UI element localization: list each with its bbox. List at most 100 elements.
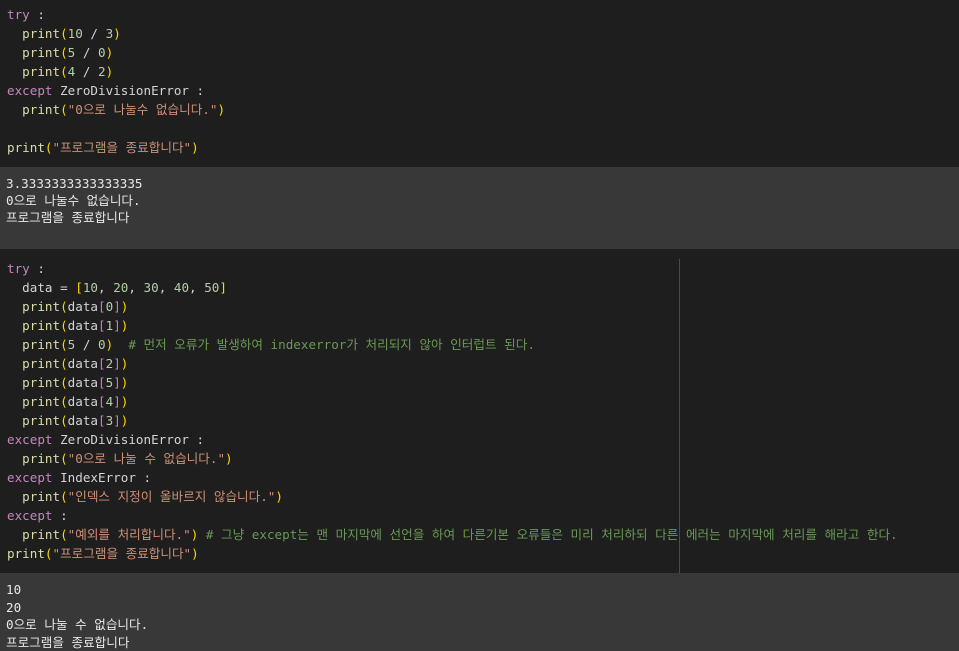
code-token: (: [60, 299, 68, 314]
code-token: 10: [82, 280, 99, 295]
code-token: (: [60, 489, 68, 504]
code-token: "프로그램을 종료합니다": [52, 140, 192, 155]
code-token: ]: [113, 318, 121, 333]
code-token: print: [7, 318, 61, 333]
code-token: "인덱스 지정이 올바르지 않습니다.": [67, 489, 276, 504]
code-token: print: [7, 413, 61, 428]
code-line[interactable]: except ZeroDivisionError :: [7, 81, 204, 100]
output-line: 프로그램을 종료합니다: [6, 634, 130, 650]
code-token: ,: [98, 280, 114, 295]
code-token: /: [75, 64, 99, 79]
code-token: ): [217, 102, 226, 117]
code-token: data: [67, 318, 99, 333]
code-token: 10: [67, 26, 83, 41]
code-line[interactable]: print("0으로 나눌 수 없습니다."): [7, 449, 233, 468]
code-token: print: [7, 489, 61, 504]
code-token: (: [60, 527, 68, 542]
code-token: IndexError :: [52, 470, 152, 485]
code-token: data: [67, 394, 99, 409]
code-line[interactable]: print(data[2]): [7, 354, 128, 373]
code-token: [: [98, 299, 106, 314]
code-line[interactable]: print("인덱스 지정이 올바르지 않습니다."): [7, 487, 283, 506]
code-line[interactable]: print("예외를 처리합니다.") # 그냥 except는 맨 마지막에 …: [7, 525, 898, 544]
code-token: except: [7, 83, 53, 98]
code-line[interactable]: except :: [7, 506, 68, 525]
code-token: print: [7, 64, 61, 79]
code-token: print: [7, 45, 61, 60]
code-token: 30: [143, 280, 159, 295]
code-cell-2[interactable]: try : data = [10, 20, 30, 40, 50] print(…: [0, 249, 959, 573]
code-token: data: [67, 356, 99, 371]
code-line[interactable]: print(data[0]): [7, 297, 128, 316]
output-line: 10: [6, 582, 22, 597]
code-line[interactable]: print(data[5]): [7, 373, 128, 392]
code-token: "예외를 처리합니다.": [67, 527, 191, 542]
code-line[interactable]: print(10 / 3): [7, 24, 121, 43]
code-line[interactable]: print(data[4]): [7, 392, 128, 411]
code-token: except: [7, 432, 53, 447]
code-token: print: [7, 26, 61, 41]
code-token: ,: [158, 280, 174, 295]
code-token: (: [60, 102, 68, 117]
code-token: print: [7, 375, 61, 390]
code-token: ): [105, 45, 114, 60]
code-line[interactable]: print(4 / 2): [7, 62, 113, 81]
code-token: ): [120, 318, 129, 333]
code-line[interactable]: print(data[1]): [7, 316, 128, 335]
code-token: ): [120, 356, 129, 371]
code-line[interactable]: try :: [7, 259, 45, 278]
code-line[interactable]: print("프로그램을 종료합니다"): [7, 544, 199, 563]
code-token: ZeroDivisionError :: [52, 432, 205, 447]
code-token: (: [60, 413, 68, 428]
code-line[interactable]: data = [10, 20, 30, 40, 50]: [7, 278, 227, 297]
code-line[interactable]: print(5 / 0) # 먼저 오류가 발생하여 indexerror가 처…: [7, 335, 535, 354]
code-token: print: [7, 451, 61, 466]
code-line[interactable]: print(data[3]): [7, 411, 128, 430]
code-line[interactable]: print("0으로 나눌수 없습니다."): [7, 100, 225, 119]
code-token: 20: [113, 280, 129, 295]
code-token: [: [98, 394, 106, 409]
code-token: [: [98, 375, 106, 390]
code-token: ]: [113, 394, 121, 409]
code-token: ): [120, 413, 129, 428]
code-line[interactable]: except ZeroDivisionError :: [7, 430, 204, 449]
code-token: try: [7, 7, 30, 22]
code-token: /: [82, 26, 106, 41]
code-token: (: [60, 26, 68, 41]
output-line: 0으로 나눌수 없습니다.: [6, 193, 141, 208]
code-token: data: [67, 375, 99, 390]
code-token: ZeroDivisionError :: [52, 83, 205, 98]
code-token: except: [7, 470, 53, 485]
code-token: ): [120, 375, 129, 390]
code-token: "0으로 나눌수 없습니다.": [67, 102, 218, 117]
code-token: print: [7, 140, 45, 155]
code-token: (: [60, 451, 68, 466]
code-token: /: [75, 45, 99, 60]
code-token: 0: [98, 45, 106, 60]
code-token: /: [75, 337, 99, 352]
code-line[interactable]: except IndexError :: [7, 468, 151, 487]
code-token: print: [7, 546, 45, 561]
code-token: :: [29, 261, 45, 276]
code-token: (: [44, 546, 53, 561]
code-token: ): [191, 140, 199, 155]
code-token: ]: [113, 413, 121, 428]
code-token: ,: [189, 280, 205, 295]
code-token: ): [113, 26, 121, 41]
code-line[interactable]: print("프로그램을 종료합니다"): [7, 138, 199, 157]
code-cell-1[interactable]: try : print(10 / 3) print(5 / 0) print(4…: [0, 0, 959, 167]
code-token: ]: [113, 356, 121, 371]
code-token: [: [98, 318, 106, 333]
code-token: ): [120, 394, 129, 409]
code-token: 50: [204, 280, 220, 295]
code-token: ): [225, 451, 233, 466]
code-token: print: [7, 299, 61, 314]
code-token: # 그냥 except는 맨 마지막에 선언을 하여 다른기본 오류들은 미리 …: [198, 527, 898, 542]
code-token: ]: [219, 280, 227, 295]
code-token: 0: [98, 337, 106, 352]
output-line: 3.3333333333333335: [6, 176, 143, 191]
code-token: (: [60, 64, 68, 79]
code-line[interactable]: print(5 / 0): [7, 43, 113, 62]
output-cell-2: 10 20 0으로 나눌 수 없습니다. 프로그램을 종료합니다: [0, 573, 959, 651]
code-line[interactable]: try :: [7, 5, 45, 24]
